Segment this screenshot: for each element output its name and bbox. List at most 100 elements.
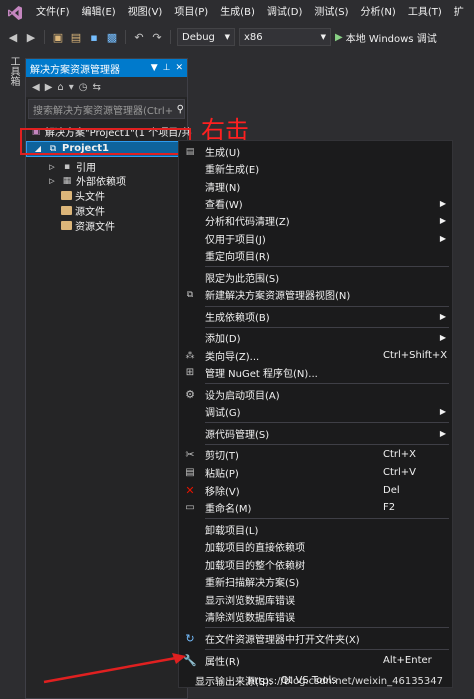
toolbar-separator — [170, 30, 171, 44]
start-debugging-button[interactable]: ▶ 本地 Windows 调试 — [335, 30, 437, 45]
menu-item-load-dep-tree[interactable]: 加载项目的整个依赖树 — [179, 556, 452, 573]
annotation-arrow-icon — [43, 653, 186, 684]
project-context-menu: ▤ 生成(U) 重新生成(E) 清理(N) 查看(W) ▶ 分析和代码清理(Z)… — [178, 140, 453, 688]
menu-view[interactable]: 视图(V) — [122, 0, 169, 26]
refresh-arrow-icon: ↻ — [185, 632, 195, 645]
redo-icon[interactable]: ↷ — [150, 30, 164, 44]
menu-file[interactable]: 文件(F) — [30, 0, 76, 26]
menu-item-load-direct-deps[interactable]: 加载项目的直接依赖项 — [179, 538, 452, 555]
menu-item-label: 类向导(Z)... — [205, 352, 260, 363]
menu-item-label: 添加(D) — [205, 334, 241, 345]
menu-item-analyze[interactable]: 分析和代码清理(Z) ▶ — [179, 212, 452, 229]
menu-item-label: 仅用于项目(J) — [205, 235, 266, 246]
menu-item-label: 卸载项目(L) — [205, 526, 259, 537]
open-file-icon[interactable]: ▤ — [69, 30, 83, 44]
menu-item-view[interactable]: 查看(W) ▶ — [179, 195, 452, 212]
external-deps-icon: ▦ — [62, 175, 72, 186]
toolbar-separator — [125, 30, 126, 44]
menu-item-open-folder[interactable]: ↻ 在文件资源管理器中打开文件夹(X) — [179, 630, 452, 647]
external-deps-label: 外部依赖项 — [76, 177, 126, 188]
menu-item-retarget[interactable]: 重定向项目(R) — [179, 247, 452, 264]
solution-explorer-search-input[interactable]: 搜索解决方案资源管理器(Ctrl+ ⚲ — [28, 99, 185, 119]
menu-item-source-control[interactable]: 源代码管理(S) ▶ — [179, 425, 452, 442]
sync-icon[interactable]: ⇆ — [93, 82, 101, 93]
tree-item-sources[interactable]: 源文件 — [61, 203, 105, 218]
back-icon[interactable]: ◀ — [32, 82, 40, 93]
menu-item-shortcut: Ctrl+Shift+X — [383, 350, 448, 361]
forward-icon[interactable]: ▶ — [45, 82, 53, 93]
menu-item-set-startup[interactable]: ⚙ 设为启动项目(A) — [179, 386, 452, 403]
references-icon: ▪ — [63, 161, 71, 172]
menu-item-shortcut: Ctrl+V — [383, 467, 417, 478]
menu-separator — [205, 627, 449, 628]
menu-item-rescan[interactable]: 重新扫描解决方案(S) — [179, 573, 452, 590]
save-all-icon[interactable]: ▩ — [105, 30, 119, 44]
menu-separator — [205, 444, 449, 445]
menu-item-remove[interactable]: ✕ 移除(V) Del — [179, 482, 452, 499]
menu-tools[interactable]: 工具(T) — [402, 0, 448, 26]
menu-item-build[interactable]: ▤ 生成(U) — [179, 143, 452, 160]
tree-item-external-deps[interactable]: ▷ ▦ 外部依赖项 — [46, 173, 126, 189]
start-debugging-label: 本地 Windows 调试 — [345, 33, 437, 45]
menu-item-label: 生成依赖项(B) — [205, 313, 270, 324]
menu-item-nuget[interactable]: ⊞ 管理 NuGet 程序包(N)... — [179, 364, 452, 381]
menu-item-label: 重新生成(E) — [205, 165, 260, 176]
tree-item-references[interactable]: ▷ ▪ 引用 — [46, 159, 96, 175]
configuration-dropdown[interactable]: Debug ▼ — [177, 28, 235, 46]
switch-views-icon[interactable]: ▾ — [69, 82, 74, 93]
menu-item-project-only[interactable]: 仅用于项目(J) ▶ — [179, 230, 452, 247]
platform-dropdown[interactable]: x86 ▼ — [239, 28, 331, 46]
tree-item-resources[interactable]: 资源文件 — [61, 218, 115, 233]
menu-item-class-wizard[interactable]: ⁂ 类向导(Z)... Ctrl+Shift+X — [179, 347, 452, 364]
pin-icon[interactable]: ⊥ — [163, 63, 171, 73]
menu-item-label: 加载项目的整个依赖树 — [205, 561, 305, 572]
forward-icon[interactable]: ▶ — [24, 30, 38, 44]
menu-item-label: 清除浏览数据库错误 — [205, 613, 295, 624]
menu-item-label: 新建解决方案资源管理器视图(N) — [205, 291, 351, 302]
menu-project[interactable]: 项目(P) — [168, 0, 214, 26]
search-icon: ⚲ — [176, 103, 184, 115]
menu-edit[interactable]: 编辑(E) — [76, 0, 122, 26]
menu-item-label: 管理 NuGet 程序包(N)... — [205, 369, 318, 380]
menu-separator — [205, 383, 449, 384]
menu-item-paste[interactable]: ▤ 粘贴(P) Ctrl+V — [179, 464, 452, 481]
solution-explorer-toolbar: ◀ ▶ ⌂ ▾ ◷ ⇆ — [26, 77, 187, 97]
menu-debug[interactable]: 调试(D) — [261, 0, 309, 26]
back-icon[interactable]: ◀ — [6, 30, 20, 44]
home-icon[interactable]: ⌂ — [57, 82, 63, 93]
save-icon[interactable]: ▪ — [87, 30, 101, 44]
remove-x-icon: ✕ — [185, 484, 195, 497]
menu-item-label: 粘贴(P) — [205, 469, 239, 480]
menu-item-clean[interactable]: 清理(N) — [179, 178, 452, 195]
menu-item-properties[interactable]: 🔧 属性(R) Alt+Enter — [179, 652, 452, 669]
menu-item-label: 设为启动项目(A) — [205, 391, 280, 402]
menu-build[interactable]: 生成(B) — [214, 0, 261, 26]
menu-item-rebuild[interactable]: 重新生成(E) — [179, 160, 452, 177]
menu-extensions[interactable]: 扩 — [448, 0, 470, 26]
submenu-arrow-icon: ▶ — [439, 234, 446, 243]
nuget-icon: ⊞ — [185, 367, 195, 378]
menu-analyze[interactable]: 分析(N) — [355, 0, 402, 26]
menu-item-show-browse-errors[interactable]: 显示浏览数据库错误 — [179, 591, 452, 608]
pending-changes-filter-icon[interactable]: ◷ — [79, 82, 88, 93]
window-position-icon[interactable]: ▼ — [151, 63, 158, 73]
menu-item-new-view[interactable]: ⧉ 新建解决方案资源管理器视图(N) — [179, 286, 452, 303]
solution-explorer-title: 解决方案资源管理器 — [30, 64, 120, 76]
menu-item-build-deps[interactable]: 生成依赖项(B) ▶ — [179, 308, 452, 325]
close-icon[interactable]: ✕ — [175, 63, 183, 73]
undo-icon[interactable]: ↶ — [132, 30, 146, 44]
new-project-icon[interactable]: ▣ — [51, 30, 65, 44]
tree-item-headers[interactable]: 头文件 — [61, 188, 105, 203]
menu-item-label: 清理(N) — [205, 183, 241, 194]
menu-item-clear-browse-errors[interactable]: 清除浏览数据库错误 — [179, 608, 452, 625]
chevron-down-icon: ▼ — [320, 33, 326, 41]
menu-item-add[interactable]: 添加(D) ▶ — [179, 329, 452, 346]
play-icon: ▶ — [335, 31, 343, 43]
menu-item-label: 源代码管理(S) — [205, 430, 270, 441]
menu-test[interactable]: 测试(S) — [308, 0, 354, 26]
menu-item-unload[interactable]: 卸载项目(L) — [179, 521, 452, 538]
menu-item-scope[interactable]: 限定为此范围(S) — [179, 269, 452, 286]
menu-item-debug[interactable]: 调试(G) ▶ — [179, 403, 452, 420]
menu-item-cut[interactable]: ✂ 剪切(T) Ctrl+X — [179, 446, 452, 463]
menu-item-rename[interactable]: ▭ 重命名(M) F2 — [179, 499, 452, 516]
